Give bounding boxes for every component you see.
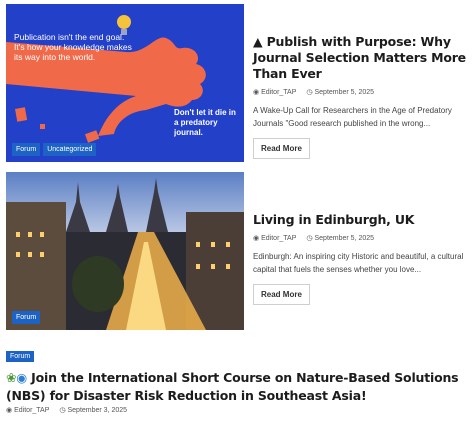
image-sidenote: Don't let it die in a predatory journal. <box>174 108 236 137</box>
user-icon: ◉ <box>253 235 260 242</box>
date-text: September 5, 2025 <box>314 89 375 96</box>
post-title[interactable]: ▲ Publish with Purpose: Why Journal Sele… <box>253 34 473 82</box>
post-excerpt: Edinburgh: An inspiring city Historic an… <box>253 252 464 274</box>
clock-icon: ◷ <box>59 407 66 414</box>
user-icon: ◉ <box>6 407 13 414</box>
author-name[interactable]: Editor_TAP <box>261 235 296 242</box>
author-name[interactable]: Editor_TAP <box>14 407 49 414</box>
post-title-text[interactable]: Join the International Short Course on N… <box>6 370 459 403</box>
post-meta: ◉ Editor_TAP ◷ September 5, 2025 <box>253 234 473 242</box>
seedling-icon: ❀ <box>6 370 17 385</box>
read-more-button[interactable]: Read More <box>253 284 310 305</box>
post-thumbnail[interactable]: Publication isn't the end goal. It's how… <box>6 4 244 162</box>
date: ◷ September 3, 2025 <box>59 406 127 414</box>
category-badges: Forum Uncategorized <box>12 143 97 156</box>
badge-uncategorized[interactable]: Uncategorized <box>43 143 97 156</box>
post-title-text[interactable]: Publish with Purpose: Why Journal Select… <box>253 34 466 81</box>
date-text: September 3, 2025 <box>67 407 128 414</box>
badge-forum[interactable]: Forum <box>12 143 41 156</box>
author[interactable]: ◉ Editor_TAP <box>253 234 296 242</box>
post-title[interactable]: ❀◉ Join the International Short Course o… <box>6 369 466 405</box>
badge-forum[interactable]: Forum <box>12 311 41 324</box>
category-badges: Forum <box>6 345 35 363</box>
post-info: Living in Edinburgh, UK ◉ Editor_TAP ◷ Sep… <box>253 212 473 305</box>
date: ◷ September 5, 2025 <box>306 234 374 242</box>
image-headline: Publication isn't the end goal. It's how… <box>14 32 132 62</box>
post-thumbnail[interactable]: Forum <box>6 172 244 330</box>
post-card: Publication isn't the end goal. It's how… <box>6 4 468 164</box>
graduation-cap-icon: ▲ <box>253 34 263 49</box>
clock-icon: ◷ <box>306 235 313 242</box>
post-excerpt: A Wake-Up Call for Researchers in the Ag… <box>253 106 452 128</box>
post-meta: ◉ Editor_TAP ◷ September 5, 2025 <box>253 88 473 96</box>
date: ◷ September 5, 2025 <box>306 88 374 96</box>
author-name[interactable]: Editor_TAP <box>261 89 296 96</box>
globe-icon: ◉ <box>16 370 27 385</box>
post-meta: ◉ Editor_TAP ◷ September 3, 2025 <box>6 406 127 414</box>
user-icon: ◉ <box>253 89 260 96</box>
category-badges: Forum <box>12 311 41 324</box>
author[interactable]: ◉ Editor_TAP <box>6 406 49 414</box>
clock-icon: ◷ <box>306 89 313 96</box>
post-info: ▲ Publish with Purpose: Why Journal Sele… <box>253 34 473 159</box>
read-more-button[interactable]: Read More <box>253 138 310 159</box>
post-card: Forum Living in Edinburgh, UK ◉ Editor_TA… <box>6 172 468 332</box>
edinburgh-photo <box>6 172 244 330</box>
post-title[interactable]: Living in Edinburgh, UK <box>253 212 473 228</box>
author[interactable]: ◉ Editor_TAP <box>253 88 296 96</box>
badge-forum[interactable]: Forum <box>6 351 35 362</box>
date-text: September 5, 2025 <box>314 235 375 242</box>
publication-illustration: Publication isn't the end goal. It's how… <box>6 4 244 162</box>
